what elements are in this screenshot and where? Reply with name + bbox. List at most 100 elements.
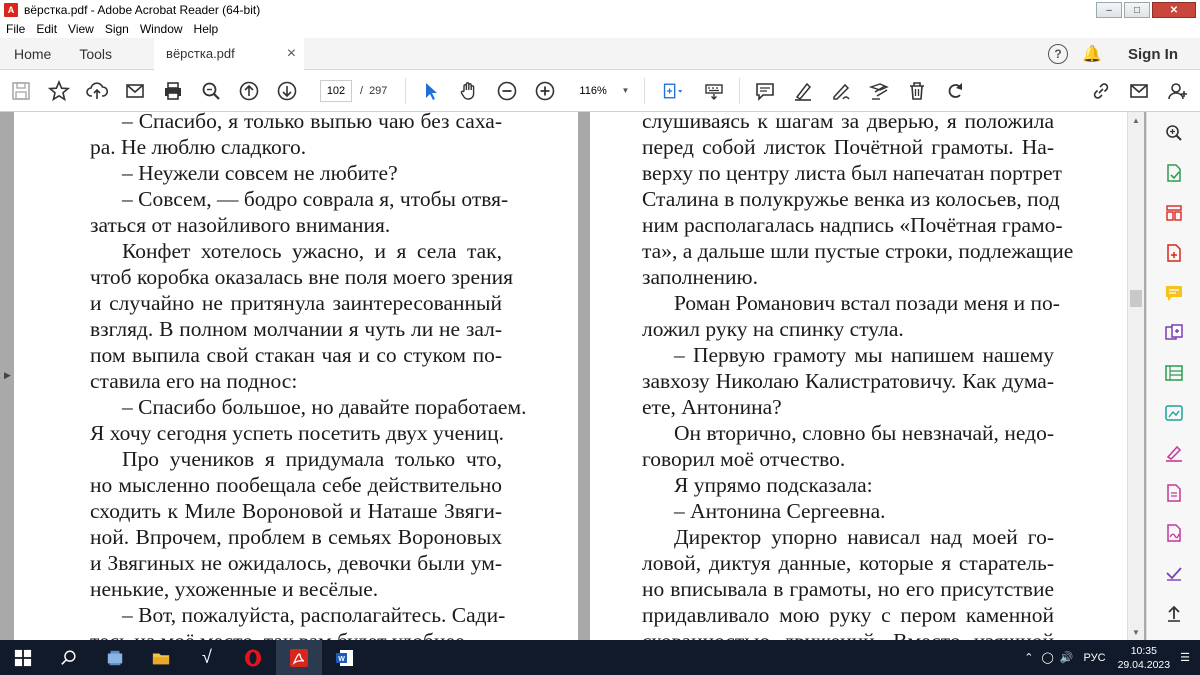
- text-line: говорил моё отчество.: [642, 447, 846, 471]
- combine-files-icon[interactable]: [1163, 322, 1185, 344]
- fill-sign-icon[interactable]: [860, 75, 898, 107]
- zoom-tool-icon[interactable]: [1163, 122, 1185, 144]
- network-icon[interactable]: ◯: [1042, 651, 1054, 664]
- hand-tool-icon[interactable]: [450, 75, 488, 107]
- sign-in-button[interactable]: Sign In: [1128, 46, 1178, 63]
- minimize-button[interactable]: –: [1096, 2, 1122, 18]
- text-line: перед собой листок Почётной грамоты. На-: [642, 135, 1054, 159]
- close-window-button[interactable]: ✕: [1152, 2, 1196, 18]
- send-email-icon[interactable]: [1120, 75, 1158, 107]
- keyboard-reading-icon[interactable]: [695, 75, 733, 107]
- scroll-up-icon[interactable]: ▲: [1128, 112, 1144, 128]
- vertical-scrollbar[interactable]: ▲ ▼: [1127, 112, 1144, 640]
- text-line: пом выпила свой стакан чая и со стуком п…: [90, 343, 502, 367]
- text-line: чтоб коробка оказалась вне поля моего зр…: [90, 265, 513, 289]
- tab-tools[interactable]: Tools: [65, 38, 126, 70]
- highlight-pen-icon[interactable]: [784, 75, 822, 107]
- zoom-in-icon[interactable]: [526, 75, 564, 107]
- previous-page-icon[interactable]: [230, 75, 268, 107]
- fit-page-icon[interactable]: [651, 75, 695, 107]
- text-line: ложил руку на спинку стула.: [642, 317, 904, 341]
- opera-browser-icon[interactable]: [230, 640, 276, 675]
- close-tab-icon[interactable]: ×: [287, 45, 296, 63]
- export-image-icon[interactable]: [1163, 402, 1185, 424]
- text-line: но мысленно пообещала себе действительно: [90, 473, 502, 497]
- acrobat-taskbar-icon[interactable]: [276, 640, 322, 675]
- tab-document[interactable]: вёрстка.pdf ×: [154, 37, 305, 70]
- upload-cloud-icon[interactable]: [78, 75, 116, 107]
- pdf-page-right: слушиваясь к шагам за дверью, я положила…: [590, 112, 1130, 640]
- left-panel-expand-icon[interactable]: ▶: [4, 370, 11, 381]
- scroll-down-icon[interactable]: ▼: [1128, 624, 1144, 640]
- search-icon[interactable]: [46, 640, 92, 675]
- zoom-value: 116%: [579, 84, 607, 97]
- menu-view[interactable]: View: [62, 22, 99, 36]
- zoom-select[interactable]: 116% ▼: [572, 79, 635, 102]
- select-cursor-icon[interactable]: [412, 75, 450, 107]
- maximize-button[interactable]: □: [1124, 2, 1150, 18]
- more-tools-icon[interactable]: [1163, 602, 1185, 624]
- fill-sign-tool-icon[interactable]: [1163, 442, 1185, 464]
- comment-tool-icon[interactable]: [1163, 282, 1185, 304]
- word-app-icon[interactable]: W: [322, 640, 368, 675]
- text-line: – Спасибо большое, но давайте поработаем…: [122, 395, 527, 419]
- text-line: тесь на моё место, так вам будет удобнее…: [90, 628, 502, 640]
- text-line: Я упрямо подсказала:: [674, 473, 873, 497]
- clock-time: 10:35: [1130, 644, 1157, 657]
- menu-file[interactable]: File: [0, 22, 30, 36]
- start-windows-icon[interactable]: [0, 640, 46, 675]
- text-line: и Звягиных не ожидалось, девочки были ум…: [90, 551, 502, 575]
- file-explorer-icon[interactable]: [138, 640, 184, 675]
- text-line: – Неужели совсем не любите?: [122, 161, 398, 185]
- menu-sign[interactable]: Sign: [99, 22, 134, 36]
- notifications-center-icon[interactable]: ☰: [1180, 651, 1190, 664]
- clock[interactable]: 10:35 29.04.2023: [1118, 644, 1171, 672]
- language-indicator[interactable]: РУС: [1084, 652, 1106, 664]
- volume-icon[interactable]: 🔊: [1060, 651, 1074, 664]
- zoom-out-icon[interactable]: [488, 75, 526, 107]
- create-pdf-icon[interactable]: [1163, 242, 1185, 264]
- document-tab-label: вёрстка.pdf: [166, 46, 235, 61]
- text-line: завхозу Николаю Калистратовичу. Как дума…: [642, 369, 1054, 393]
- task-view-icon[interactable]: [92, 640, 138, 675]
- send-for-review-icon[interactable]: [1163, 482, 1185, 504]
- protect-tool-icon[interactable]: [1163, 562, 1185, 584]
- svg-text:W: W: [338, 656, 345, 663]
- text-line: заться от назойливого внимания.: [90, 213, 391, 237]
- menu-edit[interactable]: Edit: [30, 22, 62, 36]
- email-attach-icon[interactable]: [116, 75, 154, 107]
- print-icon[interactable]: [154, 75, 192, 107]
- delete-trash-icon[interactable]: [898, 75, 936, 107]
- text-line: ра. Не люблю сладкого.: [90, 135, 307, 159]
- text-line: ставила его на поднос:: [90, 369, 298, 393]
- comment-icon[interactable]: [746, 75, 784, 107]
- math-app-icon[interactable]: √: [184, 640, 230, 675]
- search-zoom-icon[interactable]: [192, 75, 230, 107]
- share-link-icon[interactable]: [1082, 75, 1120, 107]
- notifications-icon[interactable]: 🔔: [1082, 44, 1102, 64]
- scrollbar-thumb[interactable]: [1130, 290, 1142, 307]
- organize-pages-icon[interactable]: [1163, 202, 1185, 224]
- toolbar-divider: [644, 77, 646, 104]
- next-page-icon[interactable]: [268, 75, 306, 107]
- rotate-icon[interactable]: [936, 75, 974, 107]
- text-line: Сталина в полукружье венка из колосьев, …: [642, 187, 1060, 211]
- tray-chevron-icon[interactable]: ⌃: [1024, 651, 1033, 664]
- help-icon[interactable]: ?: [1048, 44, 1069, 64]
- request-signature-icon[interactable]: [1163, 522, 1185, 544]
- edit-pdf-icon[interactable]: [1163, 362, 1185, 384]
- tab-home[interactable]: Home: [0, 38, 65, 70]
- draw-freehand-icon[interactable]: [822, 75, 860, 107]
- add-user-icon[interactable]: [1158, 75, 1196, 107]
- text-line: Он вторично, словно бы невзначай, недо-: [674, 421, 1054, 445]
- save-icon[interactable]: [2, 75, 40, 107]
- text-line: Директор упорно нависал над моей го-: [674, 525, 1054, 549]
- page-number-input[interactable]: [320, 79, 352, 102]
- bookmark-star-icon[interactable]: [40, 75, 78, 107]
- system-tray: ⌃ ◯ 🔊 РУС 10:35 29.04.2023 ☰: [1024, 640, 1200, 675]
- menu-window[interactable]: Window: [134, 22, 188, 36]
- export-pdf-icon[interactable]: [1163, 162, 1185, 184]
- menu-help[interactable]: Help: [188, 22, 224, 36]
- text-line: придавливало мою руку с пером каменной: [642, 603, 1054, 627]
- document-viewport[interactable]: ▶ – Спасибо, я только выпью чаю без саха…: [0, 112, 1146, 640]
